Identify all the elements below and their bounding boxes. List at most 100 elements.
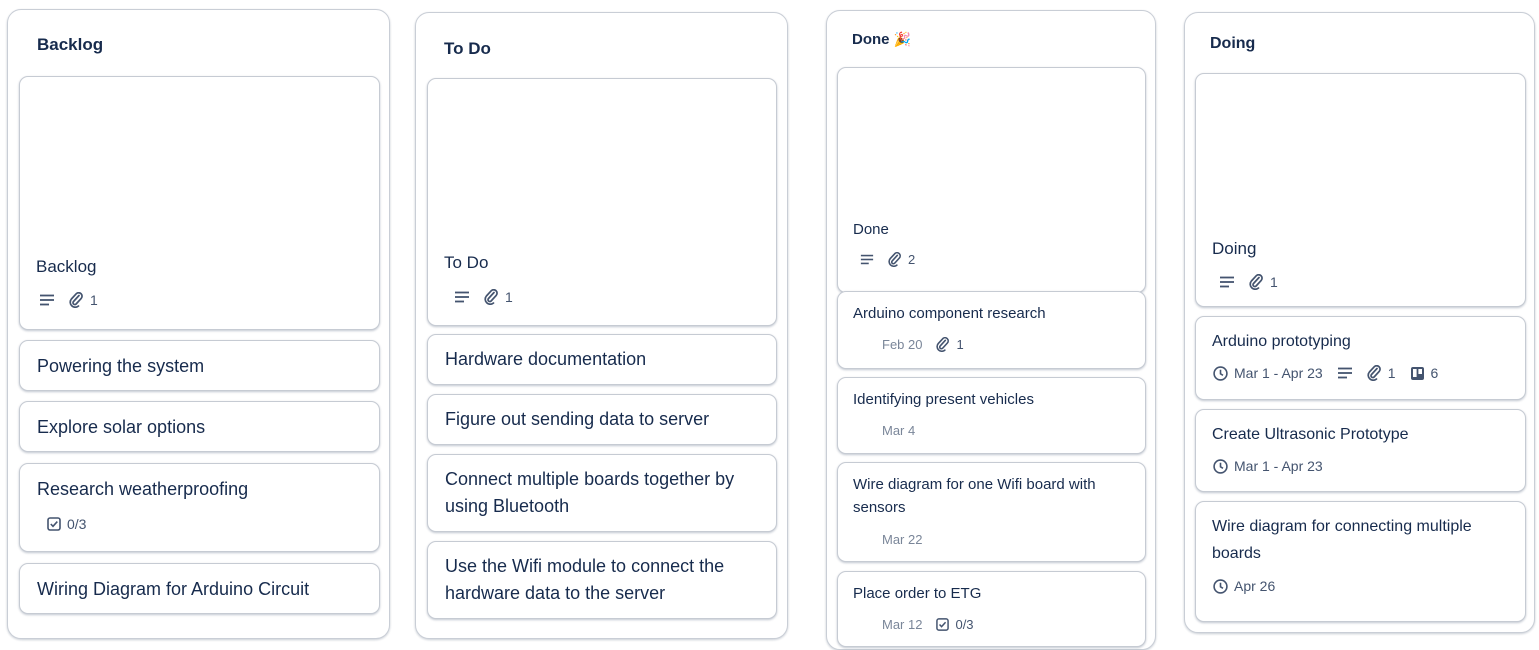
description-icon (454, 291, 470, 303)
card-title: Connect multiple boards together by usin… (445, 469, 735, 516)
attachment-badge: 1 (1367, 365, 1396, 381)
list-title-text: Done (852, 31, 890, 48)
cover-card-todo[interactable]: To Do 1 (427, 78, 777, 326)
card-badges: Mar 1 - Apr 23 (1213, 458, 1323, 474)
card[interactable]: Research weatherproofing 0/3 (19, 463, 380, 552)
trello-board-icon (1410, 366, 1424, 380)
due-date: Apr 26 (1234, 578, 1276, 594)
card-badges: 2 (860, 252, 915, 267)
card[interactable]: Hardware documentation (427, 334, 777, 385)
cover-card-doing[interactable]: Doing 1 (1195, 73, 1526, 307)
list-doing: Doing Doing 1 Arduino prototyping Mar 1 … (1184, 12, 1535, 633)
due-date: Mar 12 (882, 617, 923, 632)
checklist-count: 0/3 (955, 617, 974, 632)
due-date: Feb 20 (882, 337, 923, 352)
card-title: Doing (1212, 239, 1257, 258)
attachment-count: 1 (505, 289, 513, 305)
card-badges: Mar 22 (882, 532, 922, 547)
description-icon (860, 254, 874, 265)
attachment-count: 1 (1270, 274, 1278, 290)
dates-badge: Mar 1 - Apr 23 (1213, 365, 1323, 381)
list-title[interactable]: Backlog (37, 35, 103, 55)
cover-card-backlog[interactable]: Backlog 1 (19, 76, 380, 330)
clock-icon (1213, 578, 1228, 594)
card-badges: 0/3 (47, 516, 86, 532)
card[interactable]: Figure out sending data to server (427, 394, 777, 445)
dates-badge: Apr 26 (1213, 578, 1275, 594)
attachment-count: 1 (956, 337, 964, 352)
card[interactable]: Place order to ETG Mar 12 0/3 (837, 571, 1146, 647)
card-badges: 1 (39, 292, 98, 308)
card-title: Identifying present vehicles (853, 391, 1034, 408)
card-title: Powering the system (37, 356, 205, 376)
attachment-count: 1 (1387, 365, 1396, 381)
card-badges: 1 (1219, 274, 1278, 290)
card[interactable]: Use the Wifi module to connect the hardw… (427, 541, 777, 619)
description-icon (39, 294, 55, 306)
card-title: Place order to ETG (853, 585, 982, 602)
attachment-count: 1 (90, 292, 98, 308)
card[interactable]: Arduino component research Feb 20 1 (837, 291, 1146, 369)
list-title[interactable]: To Do (444, 39, 491, 59)
attachment-badge: 1 (484, 289, 513, 305)
card[interactable]: Powering the system (19, 340, 380, 391)
cover-card-done[interactable]: Done 2 (837, 67, 1146, 293)
checklist-badge: 0/3 (936, 617, 974, 632)
card[interactable]: Create Ultrasonic Prototype Mar 1 - Apr … (1195, 409, 1526, 492)
card-title: Wiring Diagram for Arduino Circuit (37, 579, 310, 599)
paperclip-icon (484, 289, 498, 305)
description-icon (1337, 367, 1353, 379)
paperclip-icon (1249, 274, 1263, 290)
due-date: Mar 22 (882, 532, 923, 547)
card[interactable]: Connect multiple boards together by usin… (427, 454, 777, 532)
list-backlog: Backlog Backlog 1 Powering the system Ex… (7, 9, 390, 639)
card-title: Figure out sending data to server (445, 409, 710, 429)
card-badges: Feb 20 1 (882, 337, 964, 352)
date-range: Mar 1 - Apr 23 (1234, 365, 1323, 381)
card-badges: Apr 26 (1213, 578, 1275, 594)
card-title: Hardware documentation (445, 349, 647, 369)
card-badges: Mar 12 0/3 (882, 617, 974, 632)
card-title: Wire diagram for one Wifi board with sen… (853, 476, 1096, 516)
list-title[interactable]: Done 🎉 (852, 31, 911, 48)
card[interactable]: Wire diagram for one Wifi board with sen… (837, 462, 1146, 562)
card-title: Arduino component research (853, 305, 1046, 322)
attachment-count: 2 (908, 252, 916, 267)
card-title: Done (853, 221, 889, 238)
card[interactable]: Identifying present vehicles Mar 4 (837, 377, 1146, 454)
card[interactable]: Explore solar options (19, 401, 380, 452)
paperclip-icon (888, 252, 901, 267)
paperclip-icon (1367, 365, 1381, 381)
list-todo: To Do To Do 1 Hardware documentation Fig… (415, 12, 788, 639)
date-range: Mar 1 - Apr 23 (1234, 458, 1323, 474)
card-title: Explore solar options (37, 417, 206, 437)
checklist-icon (47, 517, 61, 531)
attachment-badge: 1 (1249, 274, 1278, 290)
card[interactable]: Arduino prototyping Mar 1 - Apr 23 1 6 (1195, 316, 1526, 400)
list-done: Done 🎉 Done 2 Arduino component research … (826, 10, 1156, 650)
card-title: Wire diagram for connecting multiple boa… (1212, 518, 1472, 562)
card-title: Research weatherproofing (37, 479, 249, 499)
dates-badge: Mar 1 - Apr 23 (1213, 458, 1323, 474)
description-icon (1219, 276, 1235, 288)
attachment-badge: 1 (69, 292, 98, 308)
list-title[interactable]: Doing (1210, 35, 1255, 53)
clock-icon (1213, 365, 1228, 381)
card[interactable]: Wiring Diagram for Arduino Circuit (19, 563, 380, 614)
party-popper-emoji: 🎉 (893, 31, 911, 47)
checklist-icon (936, 618, 950, 631)
paperclip-icon (936, 337, 950, 352)
paperclip-icon (69, 292, 83, 308)
clock-icon (1213, 458, 1228, 474)
due-date: Mar 4 (882, 423, 916, 438)
card-title: Use the Wifi module to connect the hardw… (445, 556, 725, 603)
card-title: Arduino prototyping (1212, 333, 1351, 350)
card[interactable]: Wire diagram for connecting multiple boa… (1195, 501, 1526, 622)
checklist-badge: 0/3 (47, 516, 86, 532)
trello-badge: 6 (1410, 365, 1439, 381)
linked-cards-count: 6 (1430, 365, 1439, 381)
card-badges: Mar 4 (882, 423, 915, 438)
attachment-badge: 2 (888, 252, 915, 267)
card-title: Create Ultrasonic Prototype (1212, 426, 1409, 443)
card-title: Backlog (36, 257, 97, 276)
